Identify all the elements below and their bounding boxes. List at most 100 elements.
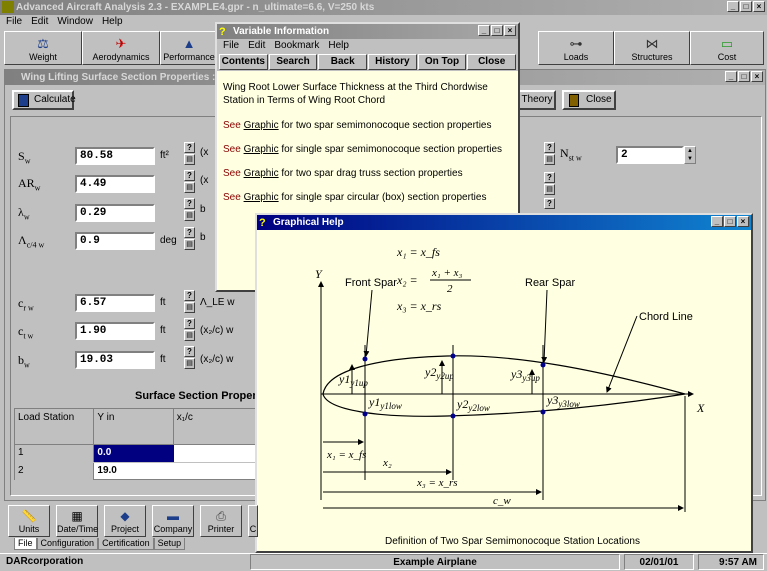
graphic-link[interactable]: Graphic: [244, 120, 279, 131]
eq-x1: x₁ = x_fs: [396, 245, 440, 259]
cr-help-button[interactable]: ?: [184, 290, 195, 301]
y1up-label: y1y1up: [338, 372, 368, 388]
b-input[interactable]: 19.03: [75, 351, 155, 369]
child-maximize-button[interactable]: □: [738, 71, 750, 82]
ct-help-button[interactable]: ?: [184, 318, 195, 329]
tab-certification[interactable]: Certification: [98, 538, 154, 550]
main-title-bar: Advanced Aircraft Analysis 2.3 - EXAMPLE…: [0, 0, 767, 15]
company-button[interactable]: ▬ Company: [152, 505, 194, 537]
lambda-help-button[interactable]: ?: [184, 198, 195, 209]
right-help-button-3[interactable]: ?: [544, 198, 555, 209]
graphical-help-title: Graphical Help: [273, 217, 344, 228]
cost-button[interactable]: ▭ Cost: [690, 31, 764, 65]
nst-data-button[interactable]: ▤: [544, 154, 555, 165]
calculate-button[interactable]: Calculate: [12, 90, 76, 110]
tab-configuration[interactable]: Configuration: [36, 538, 99, 550]
status-date: 02/01/01: [624, 554, 694, 570]
menu-edit[interactable]: Edit: [31, 15, 48, 29]
side-label-1: (x: [200, 147, 209, 158]
tab-setup[interactable]: Setup: [153, 538, 186, 550]
menu-help[interactable]: Help: [102, 15, 123, 29]
ct-input[interactable]: 1.90: [75, 322, 155, 340]
vi-close-text-button[interactable]: Close: [467, 54, 517, 70]
sw-data-button[interactable]: ▤: [184, 154, 195, 165]
vi-menu-help[interactable]: Help: [328, 39, 349, 53]
ar-data-button[interactable]: ▤: [184, 182, 195, 193]
extra-button[interactable]: C: [248, 505, 258, 537]
vi-menu-edit[interactable]: Edit: [248, 39, 265, 53]
sw-input[interactable]: 80.58: [75, 147, 155, 165]
date-time-button[interactable]: ▦ Date/Time: [56, 505, 98, 537]
performance-button[interactable]: ▲ Performance: [160, 31, 218, 65]
right-data-button-2[interactable]: ▤: [544, 184, 555, 195]
weight-button[interactable]: ⚖ Weight: [4, 31, 82, 65]
rear-spar-label: Rear Spar: [525, 277, 575, 289]
nst-spinner[interactable]: ▲ ▼: [684, 146, 696, 164]
ar-input[interactable]: 4.49: [75, 175, 155, 193]
sweep-input[interactable]: 0.9: [75, 232, 155, 250]
close-window-button[interactable]: Close: [562, 90, 616, 110]
sweep-data-button[interactable]: ▤: [184, 239, 195, 250]
menu-file[interactable]: File: [6, 15, 22, 29]
nst-help-button[interactable]: ?: [544, 142, 555, 153]
back-button[interactable]: Back: [318, 54, 368, 70]
sweep-help-button[interactable]: ?: [184, 227, 195, 238]
ar-help-button[interactable]: ?: [184, 170, 195, 181]
on-top-button[interactable]: On Top: [417, 54, 467, 70]
tab-file[interactable]: File: [14, 538, 37, 550]
diagram-caption: Definition of Two Spar Semimonocoque Sta…: [385, 536, 640, 547]
theory-button[interactable]: Theory: [518, 90, 556, 110]
graphic-link[interactable]: Graphic: [244, 168, 279, 179]
vi-minimize-button[interactable]: _: [478, 25, 490, 36]
lambda-data-button[interactable]: ▤: [184, 210, 195, 221]
history-button[interactable]: History: [368, 54, 417, 70]
ruler-icon: 📏: [21, 509, 37, 523]
y3low-label: y3y3low: [546, 393, 580, 409]
cr-input[interactable]: 6.57: [75, 294, 155, 312]
calendar-icon: ▦: [71, 509, 83, 523]
gh-minimize-button[interactable]: _: [711, 216, 723, 227]
printer-button[interactable]: ⎙ Printer: [200, 505, 242, 537]
gh-maximize-button[interactable]: □: [724, 216, 736, 227]
y2up-label: y2y2up: [424, 365, 454, 381]
gh-close-button[interactable]: ×: [737, 216, 749, 227]
row1-x1c[interactable]: [174, 445, 263, 462]
variable-info-title-bar: ? Variable Information _ □ ×: [217, 24, 518, 39]
row1-y[interactable]: 0.0: [94, 445, 174, 462]
child-minimize-button[interactable]: _: [725, 71, 737, 82]
vi-menu-file[interactable]: File: [223, 39, 239, 53]
b-unit: ft: [160, 354, 166, 365]
row2-y[interactable]: 19.0: [94, 463, 173, 480]
project-button[interactable]: ◆ Project: [104, 505, 146, 537]
rear-spar-top-point: [540, 362, 546, 368]
vi-close-button[interactable]: ×: [504, 25, 516, 36]
sw-help-button[interactable]: ?: [184, 142, 195, 153]
vi-maximize-button[interactable]: □: [491, 25, 503, 36]
right-help-button-2[interactable]: ?: [544, 172, 555, 183]
b-data-button[interactable]: ▤: [184, 358, 195, 369]
ct-data-button[interactable]: ▤: [184, 330, 195, 341]
lambda-input[interactable]: 0.29: [75, 204, 155, 222]
b-help-button[interactable]: ?: [184, 346, 195, 357]
units-button[interactable]: 📏 Units: [8, 505, 50, 537]
menu-window[interactable]: Window: [57, 15, 93, 29]
row2-x1c[interactable]: [174, 463, 263, 480]
maximize-button[interactable]: □: [740, 1, 752, 12]
contents-button[interactable]: Contents: [219, 54, 268, 70]
search-button[interactable]: Search: [268, 54, 318, 70]
table-row[interactable]: 1 0.0: [15, 445, 263, 463]
minimize-button[interactable]: _: [727, 1, 739, 12]
structures-button[interactable]: ⋈ Structures: [614, 31, 690, 65]
child-close-button[interactable]: ×: [751, 71, 763, 82]
table-row[interactable]: 2 19.0: [15, 463, 263, 480]
graphic-link-row: See Graphic for single spar semimonocoqu…: [223, 144, 503, 155]
loads-button[interactable]: ⊶ Loads: [538, 31, 614, 65]
close-button[interactable]: ×: [753, 1, 765, 12]
cr-data-button[interactable]: ▤: [184, 302, 195, 313]
vi-menu-bookmark[interactable]: Bookmark: [274, 39, 319, 53]
graphic-link[interactable]: Graphic: [244, 192, 279, 203]
nst-input[interactable]: 2: [616, 146, 684, 164]
aerodynamics-button[interactable]: ✈ Aerodynamics: [82, 31, 160, 65]
rear-spar-leader: [541, 289, 548, 363]
graphic-link[interactable]: Graphic: [244, 144, 279, 155]
